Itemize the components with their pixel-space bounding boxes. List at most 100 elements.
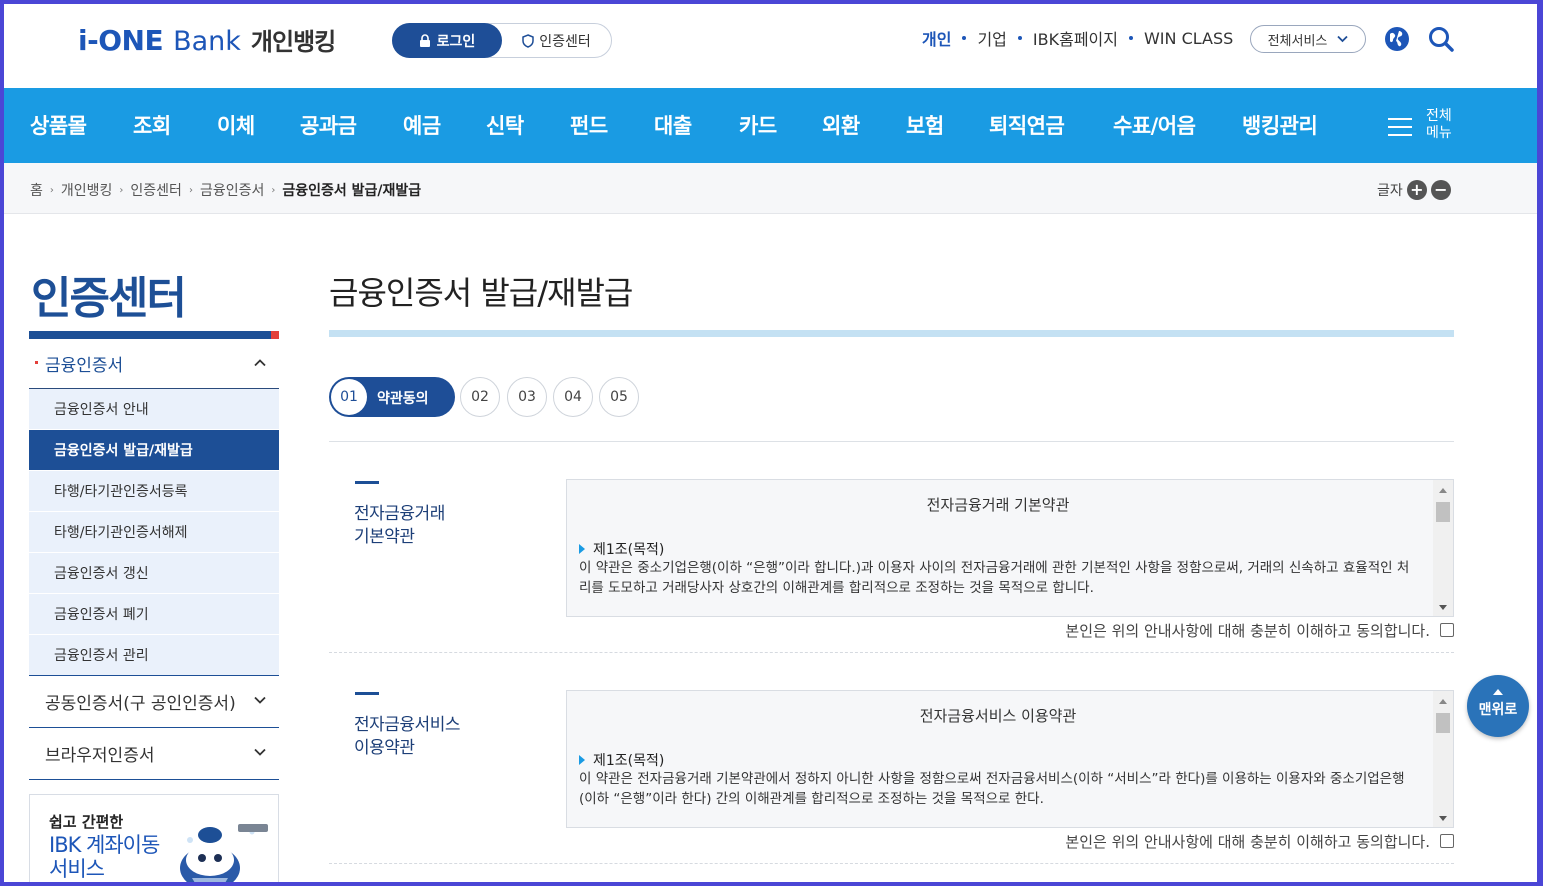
step-label: 약관동의 — [377, 391, 429, 407]
login-label: 로그인 — [436, 33, 476, 50]
term-scrollbox[interactable]: 전자금융서비스 이용약관 제1조(목적) 이 약관은 전자금융거래 기본약관에서… — [566, 690, 1454, 828]
breadcrumb: 홈 › 개인뱅킹 › 인증센터 › 금융인증서 › 금융인증서 발급/재발급 — [30, 180, 421, 200]
ibk-logo[interactable]: i-ONE Bank 개인뱅킹 — [78, 22, 336, 57]
breadcrumb-current: 금융인증서 발급/재발급 — [282, 183, 422, 199]
term-name: 전자금융거래 기본약관 — [354, 504, 445, 547]
step-04: 04 — [553, 377, 593, 417]
term-box-title: 전자금융서비스 이용약관 — [919, 707, 1077, 725]
util-link-win-class[interactable]: WIN CLASS — [1144, 29, 1233, 48]
term-box-title: 전자금융거래 기본약관 — [926, 496, 1070, 514]
step-number: 01 — [331, 379, 367, 415]
nav-item-pension[interactable]: 퇴직연금 — [989, 110, 1065, 140]
chevron-down-icon — [254, 748, 266, 756]
agree-row: 본인은 위의 안내사항에 대해 충분히 이해하고 동의합니다. — [1029, 619, 1454, 641]
sidebar-title-rule — [29, 331, 279, 339]
nav-item-loan[interactable]: 대출 — [654, 110, 692, 140]
search-icon[interactable] — [1427, 25, 1455, 53]
scroll-thumb[interactable] — [1436, 713, 1450, 733]
agree-label: 본인은 위의 안내사항에 대해 충분히 이해하고 동의합니다. — [1065, 621, 1430, 640]
promo-banner[interactable]: 쉽고 간편한 IBK 계좌이동 서비스 — [29, 794, 279, 882]
sidebar-item-other-cert-remove[interactable]: 타행/타기관인증서해제 — [29, 512, 279, 553]
chevron-up-icon — [254, 359, 266, 367]
util-separator — [962, 36, 967, 40]
sidebar-group-joint-cert[interactable]: 공동인증서(구 공인인증서) — [29, 676, 279, 728]
sidebar-group-browser-cert[interactable]: 브라우저인증서 — [29, 728, 279, 780]
logo-bank: Bank — [173, 26, 241, 57]
scroll-top-button[interactable]: 맨위로 — [1467, 675, 1529, 737]
util-link-ibk-home[interactable]: IBK홈페이지 — [1033, 26, 1118, 50]
breadcrumb-bar: 홈 › 개인뱅킹 › 인증센터 › 금융인증서 › 금융인증서 발급/재발급 글… — [4, 163, 1537, 214]
nav-item-banking-mgmt[interactable]: 뱅킹관리 — [1242, 110, 1318, 140]
breadcrumb-home[interactable]: 홈 — [30, 180, 43, 200]
agree-checkbox[interactable] — [1440, 623, 1454, 637]
sidebar-item-cert-guide[interactable]: 금융인증서 안내 — [29, 389, 279, 430]
step-03: 03 — [507, 377, 547, 417]
triangle-right-icon — [579, 544, 585, 554]
login-group: 로그인 인증센터 — [392, 23, 612, 58]
font-increase-button[interactable]: + — [1406, 180, 1427, 200]
term-article: 제1조(목적) — [593, 753, 665, 769]
nav-item-trust[interactable]: 신탁 — [486, 110, 524, 140]
util-links: 개인 기업 IBK홈페이지 WIN CLASS — [922, 24, 1233, 52]
nav-item-inquiry[interactable]: 조회 — [133, 110, 171, 140]
term-scrollbox[interactable]: 전자금융거래 기본약관 제1조(목적) 이 약관은 중소기업은행(이하 “은행”… — [566, 479, 1454, 617]
sidebar-item-other-cert-register[interactable]: 타행/타기관인증서등록 — [29, 471, 279, 512]
logo-brand: i-ONE — [78, 24, 164, 57]
steps-divider — [329, 441, 1454, 442]
sidebar-item-cert-manage[interactable]: 금융인증서 관리 — [29, 635, 279, 676]
chevron-down-icon — [1337, 35, 1349, 43]
sidebar-menu: 금융인증서 금융인증서 안내 금융인증서 발급/재발급 타행/타기관인증서등록 … — [29, 339, 279, 780]
sidebar-group-fin-cert[interactable]: 금융인증서 — [29, 339, 279, 389]
step-active: 01 약관동의 — [329, 377, 455, 417]
all-menu-button[interactable]: 전체 메뉴 — [1388, 108, 1468, 148]
nav-item-deposit[interactable]: 예금 — [403, 110, 441, 140]
sidebar-group-label: 금융인증서 — [45, 356, 124, 376]
agree-checkbox[interactable] — [1440, 834, 1454, 848]
logo-sub: 개인뱅킹 — [250, 28, 336, 56]
scroll-down-icon[interactable] — [1439, 816, 1447, 821]
page-title: 금융인증서 발급/재발급 — [329, 274, 633, 312]
term-scrollbar[interactable] — [1433, 691, 1453, 827]
cert-center-button[interactable]: 인증센터 — [502, 31, 611, 51]
scroll-up-icon[interactable] — [1439, 699, 1447, 704]
chevron-down-icon — [254, 696, 266, 704]
sidebar-title: 인증센터 — [31, 273, 187, 324]
browser-viewport: i-ONE Bank 개인뱅킹 로그인 인증센터 개인 기업 IBK홈페이지 W… — [4, 4, 1537, 882]
hamburger-icon — [1388, 118, 1412, 136]
all-services-dropdown[interactable]: 전체서비스 — [1250, 25, 1366, 53]
step-02: 02 — [460, 377, 500, 417]
sidebar-item-cert-revoke[interactable]: 금융인증서 폐기 — [29, 594, 279, 635]
font-decrease-button[interactable]: − — [1430, 180, 1451, 200]
breadcrumb-personal[interactable]: 개인뱅킹 — [61, 180, 113, 200]
nav-item-forex[interactable]: 외환 — [822, 110, 860, 140]
promo-line2: IBK 계좌이동 서비스 — [49, 833, 160, 881]
agree-row: 본인은 위의 안내사항에 대해 충분히 이해하고 동의합니다. — [1029, 830, 1454, 852]
globe-icon[interactable] — [1383, 25, 1411, 53]
util-link-personal[interactable]: 개인 — [922, 26, 951, 50]
scroll-up-icon[interactable] — [1439, 488, 1447, 493]
nav-item-check-bill[interactable]: 수표/어음 — [1113, 110, 1196, 140]
agree-label: 본인은 위의 안내사항에 대해 충분히 이해하고 동의합니다. — [1065, 832, 1430, 851]
breadcrumb-cert-center[interactable]: 인증센터 — [130, 180, 182, 200]
util-link-corporate[interactable]: 기업 — [977, 26, 1006, 50]
nav-item-card[interactable]: 카드 — [739, 110, 777, 140]
login-button[interactable]: 로그인 — [392, 23, 502, 58]
term-scrollbar[interactable] — [1433, 480, 1453, 616]
sidebar-item-cert-renew[interactable]: 금융인증서 갱신 — [29, 553, 279, 594]
util-separator — [1128, 36, 1133, 40]
font-size-label: 글자 — [1377, 183, 1403, 199]
nav-item-fund[interactable]: 펀드 — [570, 110, 608, 140]
nav-item-shopping[interactable]: 상품몰 — [30, 110, 87, 140]
nav-item-insurance[interactable]: 보험 — [906, 110, 944, 140]
breadcrumb-fin-cert[interactable]: 금융인증서 — [200, 180, 264, 200]
promo-line1: 쉽고 간편한 — [49, 813, 124, 831]
scroll-down-icon[interactable] — [1439, 605, 1447, 610]
term-article: 제1조(목적) — [593, 542, 665, 558]
all-services-label: 전체서비스 — [1267, 33, 1328, 49]
sidebar-item-cert-issue[interactable]: 금융인증서 발급/재발급 — [29, 430, 279, 471]
chevron-right-icon: › — [49, 184, 54, 196]
nav-item-transfer[interactable]: 이체 — [217, 110, 255, 140]
mascot-icon — [180, 824, 268, 882]
scroll-thumb[interactable] — [1436, 502, 1450, 522]
nav-item-utility-bills[interactable]: 공과금 — [300, 110, 357, 140]
